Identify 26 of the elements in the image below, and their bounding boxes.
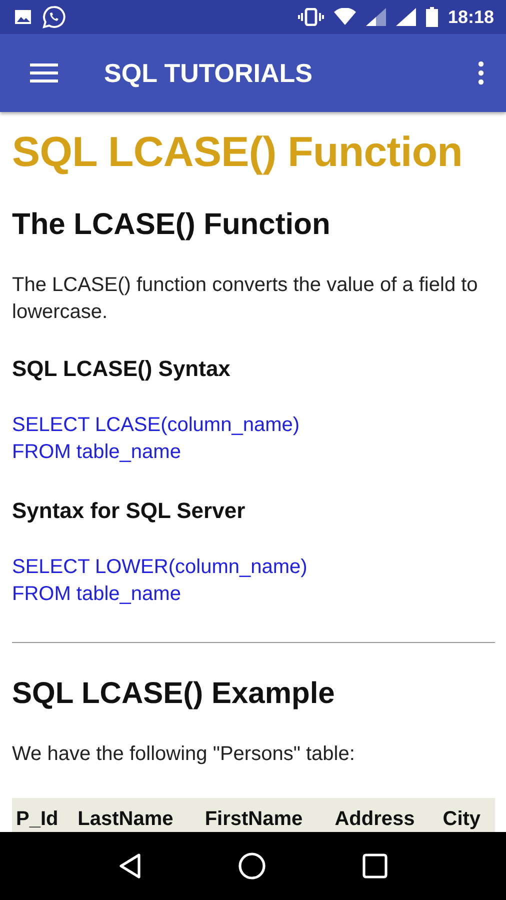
subheading: Syntax for SQL Server — [12, 498, 246, 524]
section-heading: SQL LCASE() Example — [12, 677, 336, 711]
paragraph: The LCASE() function converts the value of a field to lowercase. — [12, 273, 479, 325]
image-icon — [14, 9, 32, 25]
app-title: SQL TUTORIALS — [104, 58, 314, 88]
column-header: Address — [330, 798, 439, 832]
column-header: FirstName — [200, 798, 331, 832]
paragraph: We have the following "Persons" table: — [12, 742, 356, 767]
vibrate-icon — [298, 8, 324, 26]
column-header: LastName — [74, 798, 201, 832]
signal-icon — [396, 8, 416, 26]
column-header: City — [438, 798, 495, 832]
code-line: FROM table_name — [12, 582, 182, 607]
code-line: SELECT LOWER(column_name) — [12, 555, 308, 580]
section-heading: The LCASE() Function — [12, 208, 332, 242]
code-line: SELECT LCASE(column_name) — [12, 413, 301, 438]
battery-icon — [426, 7, 438, 27]
signal-icon — [366, 8, 386, 26]
clock-time: 18:18 — [448, 6, 494, 28]
code-line: FROM table_name — [12, 440, 182, 465]
chat-icon — [42, 5, 66, 29]
wifi-icon — [334, 8, 356, 26]
subheading: SQL LCASE() Syntax — [12, 356, 232, 382]
page-title: SQL LCASE() Function — [12, 128, 464, 176]
more-options-icon — [478, 61, 484, 85]
column-header: P_Id — [12, 798, 74, 832]
